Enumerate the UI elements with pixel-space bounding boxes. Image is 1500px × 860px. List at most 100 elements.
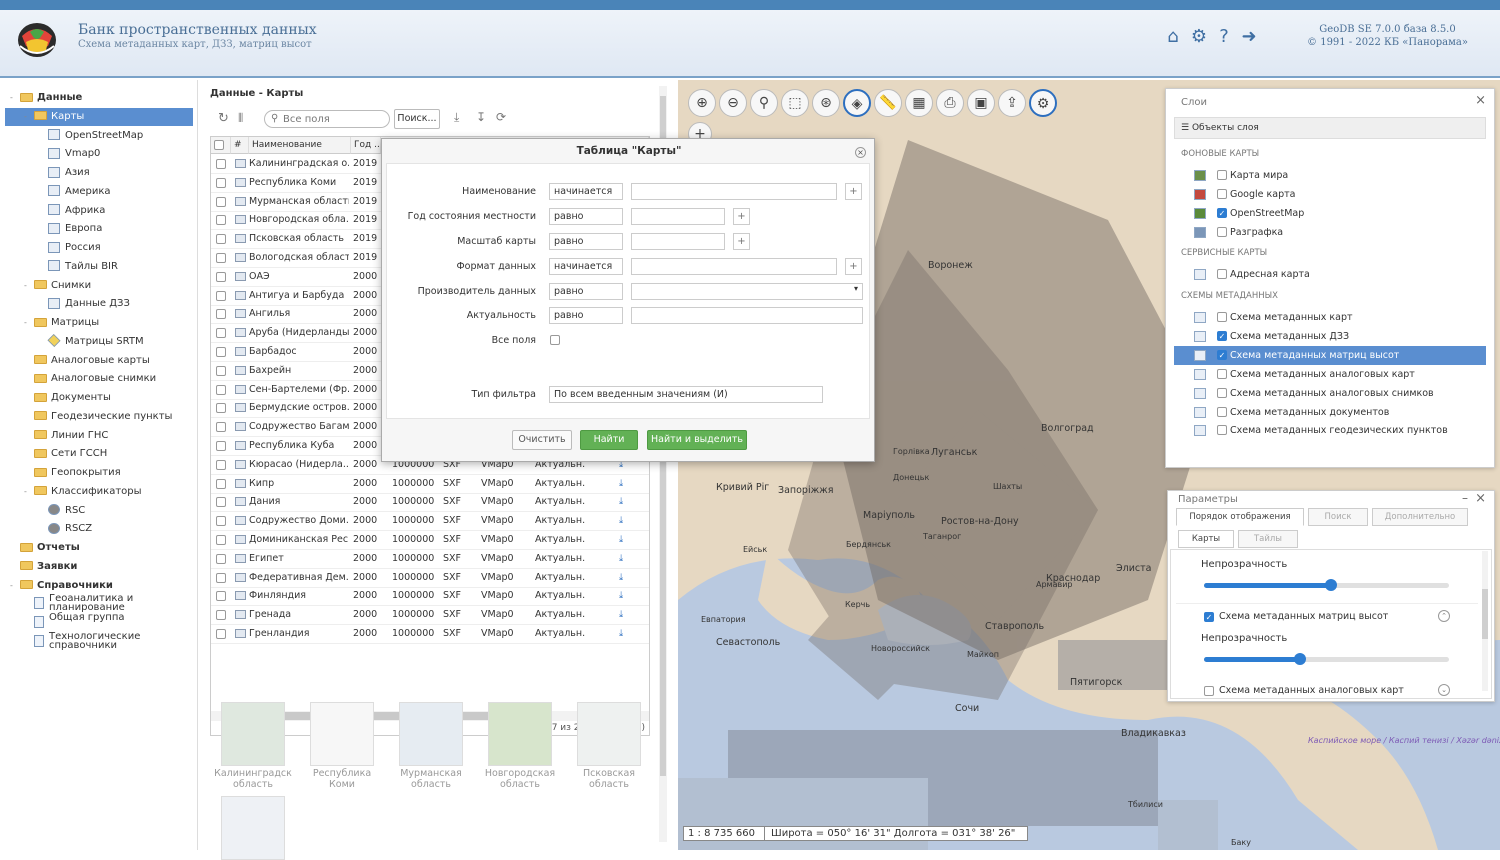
ruler-icon[interactable]: 📏 [874,89,902,117]
tree-item[interactable]: Россия [38,239,101,257]
row-checkbox[interactable] [216,591,226,602]
layer-row[interactable]: ✓ OpenStreetMap [1174,204,1486,223]
tab-search[interactable]: Поиск [1308,508,1368,526]
tree-toggle[interactable]: - [24,108,34,126]
row-checkbox[interactable] [216,253,226,263]
map-thumbnail[interactable] [488,702,552,766]
table-row[interactable]: Федеративная Дем... 2000 1000000 SXF VMap0 Ак… [211,569,649,588]
map-thumbnail[interactable] [310,702,374,766]
row-checkbox[interactable] [216,177,226,188]
tree-item[interactable]: Азия [38,164,90,182]
layer-row[interactable]: Схема метаданных геодезических пунктов [1174,421,1486,440]
layer1-checkbox[interactable]: ✓ [1204,612,1214,622]
tree-item[interactable]: Европа [38,220,102,238]
table-row[interactable]: Содружество Доми... 2000 1000000 SXF VMap0 Ак… [211,512,649,532]
refresh-icon[interactable]: ↻ [218,111,229,126]
tree-item[interactable]: - Карты [5,107,193,126]
operator-select[interactable]: равно [549,307,623,324]
subtab-tiles[interactable]: Тайлы [1238,530,1298,548]
row-checkbox[interactable] [216,309,226,320]
tree-item[interactable]: Технологические справочники [24,631,159,651]
tree-toggle[interactable]: - [24,483,34,501]
map-thumbnail[interactable] [221,796,285,860]
tree-item[interactable]: Заявки [10,558,77,576]
tree-item[interactable]: Геопокрытия [24,464,121,482]
operator-select[interactable]: равно [549,233,623,250]
field-input[interactable]: ▾ [631,283,863,300]
header-name[interactable]: Наименование [249,137,351,154]
objects-layer-button[interactable]: ☰ Объекты слоя [1174,117,1486,139]
collapse-icon[interactable]: ⌃ [1438,610,1450,622]
layer-row[interactable]: ✓ Схема метаданных ДЗЗ [1174,327,1486,346]
map-thumbnail[interactable] [399,702,463,766]
tree-item[interactable]: Документы [24,389,111,407]
layer-row[interactable]: Схема метаданных аналоговых карт [1174,365,1486,384]
row-checkbox[interactable] [216,629,226,639]
settings-icon[interactable]: ⚙ [1029,89,1057,117]
header-year[interactable]: Год ... [351,137,381,154]
row-checkbox[interactable] [216,553,226,564]
table-row[interactable]: Египет 2000 1000000 SXF VMap0 Актуальн... ⤓ [211,550,649,569]
export-icon[interactable]: ⇪ [998,89,1026,117]
opacity-knob-2[interactable] [1293,653,1306,665]
layer-row[interactable]: Схема метаданных карт [1174,308,1486,327]
home-icon[interactable]: ⌂ [1163,27,1183,47]
field-input[interactable] [631,183,837,200]
zoom-out-icon[interactable]: ⊖ [719,89,747,117]
tab-extra[interactable]: Дополнительно [1372,508,1468,526]
layer-checkbox[interactable] [1217,406,1227,417]
header-num[interactable]: # [231,137,249,154]
download-icon[interactable]: ⤓ [454,110,459,125]
row-checkbox[interactable] [216,459,226,470]
tree-item[interactable]: Общая группа [24,613,159,632]
download-icon[interactable]: ⤓ [619,572,623,583]
tree-item[interactable]: RSCZ [38,520,92,538]
tab-order[interactable]: Порядок отображения [1176,508,1304,526]
tree-item[interactable]: - Снимки [24,277,91,295]
row-checkbox[interactable] [216,572,226,583]
table-row[interactable]: Гренландия 2000 1000000 SXF VMap0 Актуальн...… [211,625,649,644]
zoom-object-icon[interactable]: ⊛ [812,89,840,117]
params-scroll-thumb[interactable] [1482,589,1488,639]
tree-item[interactable]: Аналоговые снимки [24,370,156,388]
row-checkbox[interactable] [216,365,226,376]
params-scrollbar[interactable] [1482,551,1488,691]
tree-item[interactable]: - Данные [10,89,82,107]
tree-toggle[interactable]: - [10,577,20,595]
opacity-slider-1[interactable] [1204,579,1449,591]
layer-row[interactable]: Схема метаданных аналоговых снимков [1174,384,1486,403]
layer-checkbox[interactable] [1217,170,1227,180]
params-close-icon[interactable]: × [1475,491,1486,506]
search-icon[interactable]: ⚲ [750,89,778,117]
map-thumbnail[interactable] [577,702,641,766]
layer-row[interactable]: Google карта [1174,185,1486,204]
filter-type-select[interactable]: По всем введенным значениям (И) [549,386,823,403]
row-checkbox[interactable] [216,516,226,527]
tree-toggle[interactable]: - [24,314,34,332]
layers-icon[interactable]: ◈ [843,89,871,117]
tree-item[interactable]: Геоаналитика и планирование [24,594,159,613]
columns-icon[interactable]: ⦀ [238,111,243,126]
add-value-button[interactable]: + [845,258,862,275]
clear-button[interactable]: Очистить [512,430,572,450]
field-input[interactable] [631,307,863,324]
map-thumbnail[interactable] [221,702,285,766]
download-icon[interactable]: ⤓ [619,628,623,639]
download-icon[interactable]: ⤓ [619,609,623,620]
layer-checkbox[interactable] [1217,425,1227,436]
search-button[interactable]: Поиск... [394,109,440,129]
tree-item[interactable]: Аналоговые карты [24,352,150,370]
tree-item[interactable]: Данные ДЗЗ [38,295,130,313]
row-checkbox[interactable] [216,535,226,545]
row-checkbox[interactable] [216,271,226,282]
download-icon[interactable]: ⤓ [619,553,623,564]
row-checkbox[interactable] [216,497,226,508]
table-row[interactable]: Гренада 2000 1000000 SXF VMap0 Актуальн... ⤓ [211,606,649,626]
sync-icon[interactable]: ⟳ [496,110,506,124]
add-value-button[interactable]: + [733,208,750,225]
table-row[interactable]: Кипр 2000 1000000 SXF VMap0 Актуальн... ⤓ [211,475,649,494]
layer-checkbox[interactable] [1217,226,1227,237]
row-checkbox[interactable] [216,328,226,339]
tree-item[interactable]: RSC [38,502,85,520]
minimize-icon[interactable]: – [1462,491,1468,505]
